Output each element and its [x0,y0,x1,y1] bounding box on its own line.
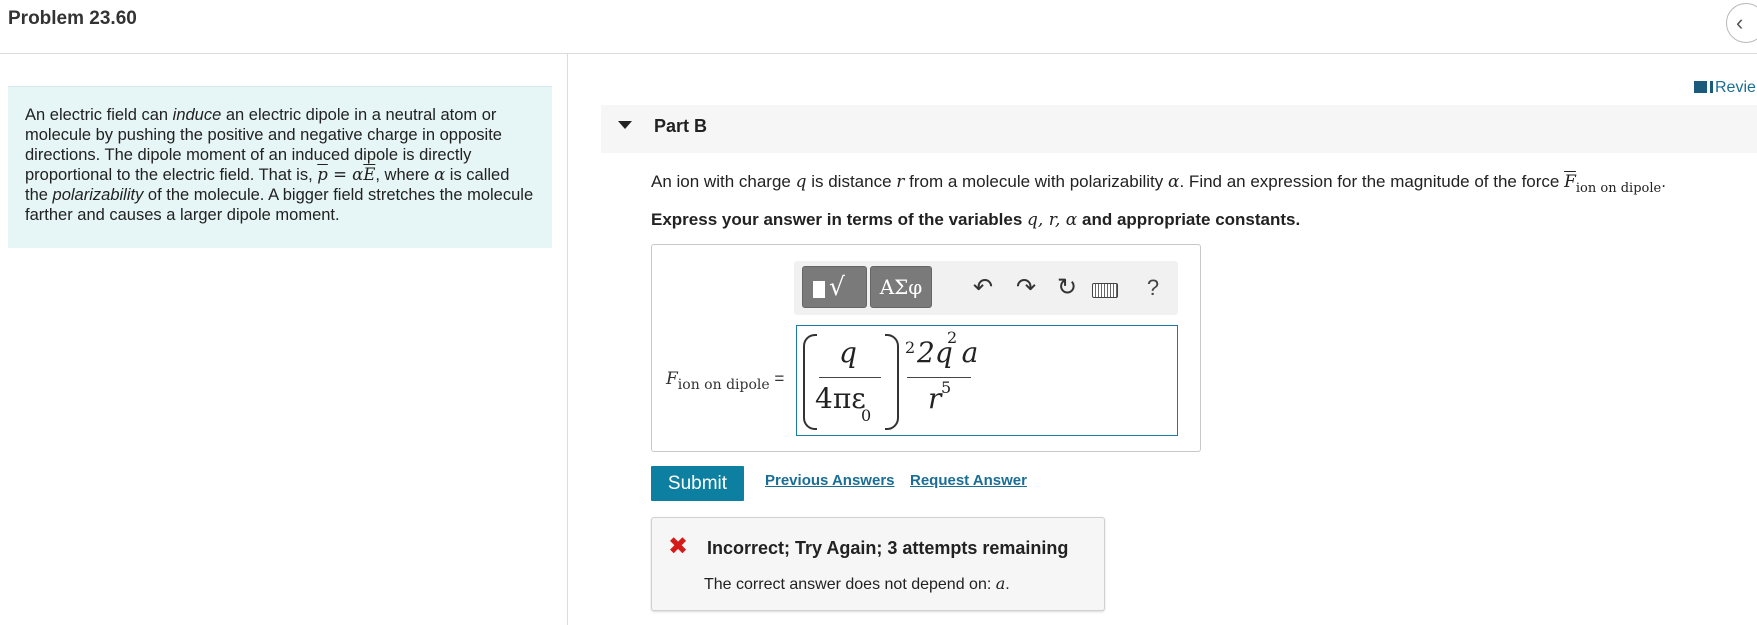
answer-instructions: Express your answer in terms of the vari… [651,210,1300,230]
intro-text: An electric field can [25,106,173,124]
frac2-num-superscript: 2 [947,328,958,347]
feedback-text: The correct answer does not depend on: a… [704,574,1010,594]
frac2-denominator: r [928,382,942,415]
feedback-var: a [995,574,1006,593]
greek-symbols-button[interactable]: ΑΣφ [870,266,932,308]
error-x-icon: ✖ [668,533,689,560]
right-paren [885,334,899,430]
caret-down-icon [618,121,632,129]
math-toolbar: √ ΑΣφ ↶ ↷ ↻ ? [794,261,1178,315]
intro-text: , where [375,166,435,184]
frac1-denominator: 4πε [815,382,866,415]
part-label: Part B [654,116,708,136]
reset-icon[interactable]: ↻ [1050,271,1084,305]
question-text: An ion with charge q is distance r from … [651,172,1666,196]
top-bar: Problem 23.60 ‹ [0,0,1757,54]
template-block-icon [813,281,825,298]
book-icon [1694,81,1710,93]
intro-emphasis-induce: induce [172,106,222,124]
feedback-segment: . [1005,576,1010,593]
answer-box: √ ΑΣφ ↶ ↷ ↻ ? Fion on dipole = q 4πε 0 2… [651,244,1201,452]
keyboard-icon[interactable] [1092,283,1118,298]
feedback-panel: ✖ Incorrect; Try Again; 3 attempts remai… [651,517,1105,611]
intro-emphasis-polarizability: polarizability [52,186,144,204]
question-segment: from a molecule with polarizability [904,172,1168,191]
part-header[interactable]: Part B [601,105,1757,153]
question-segment: is distance [806,172,897,191]
question-segment: . [1661,172,1666,191]
frac1-bar [819,377,881,378]
question-segment: An ion with charge [651,172,796,191]
review-link[interactable]: Revie [1694,79,1756,97]
request-answer-link[interactable]: Request Answer [910,472,1027,489]
instructions-segment: Express your answer in terms of the vari… [651,210,1028,229]
feedback-title: Incorrect; Try Again; 3 attempts remaini… [707,538,1069,558]
submit-button[interactable]: Submit [651,466,744,501]
instructions-vars: q, r, α [1027,210,1078,230]
math-alpha: α [434,165,446,184]
undo-icon[interactable]: ↶ [966,271,1000,305]
exponent: 2 [905,338,916,357]
var-alpha: α [1168,172,1180,192]
problem-intro: An electric field can induce an electric… [8,86,552,248]
lhs-equals: = [769,369,785,388]
answer-input[interactable]: q 4πε 0 2 2q a 2 r 5 [796,325,1178,436]
question-segment: . Find an expression for the magnitude o… [1179,172,1565,191]
lhs-F: F [666,369,678,389]
math-p-vector: p [317,165,328,184]
math-E-vector: E [363,165,376,184]
frac1-den-subscript: 0 [861,406,872,425]
var-q: q [795,172,807,192]
math-alpha: α [352,165,364,184]
page-title: Problem 23.60 [8,8,137,29]
frac2-den-superscript: 5 [941,378,952,397]
instructions-segment: and appropriate constants. [1077,210,1301,229]
redo-icon[interactable]: ↷ [1009,271,1043,305]
templates-button[interactable]: √ [802,266,867,308]
math-equals: = [327,165,353,184]
help-button[interactable]: ? [1136,271,1170,305]
column-divider [567,54,568,625]
frac2-bar [907,377,971,378]
var-F-vector: F [1564,172,1576,192]
lhs-subscript: ion on dipole [677,377,770,393]
answer-lhs: Fion on dipole = [666,369,784,393]
feedback-segment: The correct answer does not depend on: [704,576,996,593]
frac1-numerator: q [839,336,857,369]
chevron-left-icon: ‹ [1736,10,1744,35]
previous-answers-link[interactable]: Previous Answers [765,472,895,489]
radical-icon: √ [829,272,845,301]
back-button[interactable]: ‹ [1726,3,1757,43]
var-F-subscript: ion on dipole [1575,181,1662,196]
review-label: Revie [1715,79,1756,96]
